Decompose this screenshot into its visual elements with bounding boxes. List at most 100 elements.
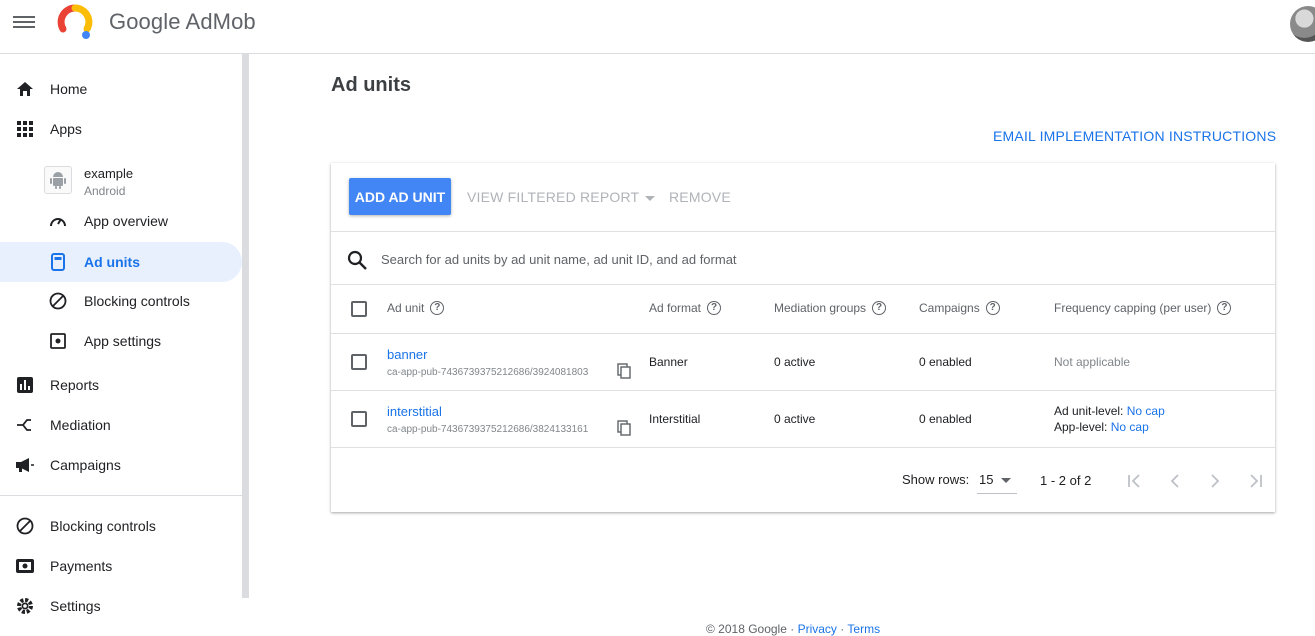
copyright-text: © 2018 Google: [706, 622, 787, 636]
sidebar-item-label: Ad units: [84, 254, 140, 270]
sidebar-app-entry[interactable]: example Android: [0, 158, 242, 202]
divider: [331, 447, 1275, 448]
separator: ·: [790, 622, 798, 636]
sidebar-item-blocking-controls[interactable]: Blocking controls: [0, 506, 242, 546]
copy-icon[interactable]: [617, 363, 631, 379]
ad-unit-icon: [48, 252, 68, 272]
ad-format-cell: Banner: [649, 355, 688, 369]
frequency-label: Ad unit-level:: [1054, 404, 1124, 418]
page-footer: © 2018 Google · Privacy · Terms: [706, 622, 880, 636]
ad-unit-name-link[interactable]: interstitial: [387, 404, 442, 419]
campaigns-cell: 0 enabled: [919, 355, 972, 369]
column-header-label: Ad unit: [387, 301, 425, 315]
sidebar-item-ad-units[interactable]: Ad units: [0, 242, 242, 282]
mediation-icon: [15, 415, 35, 435]
sidebar-item-app-blocking-controls[interactable]: Blocking controls: [0, 281, 242, 321]
home-icon: [15, 79, 35, 99]
ad-unit-id: ca-app-pub-7436739375212686/3924081803: [387, 367, 589, 378]
help-icon[interactable]: ?: [430, 301, 445, 315]
ad-format-cell: Interstitial: [649, 412, 701, 426]
column-header-frequency-capping[interactable]: Frequency capping (per user)?: [1054, 301, 1232, 315]
frequency-unit-cap-link[interactable]: No cap: [1127, 404, 1165, 418]
sidebar-item-label: Payments: [50, 558, 113, 574]
column-header-label: Campaigns: [919, 301, 980, 315]
sidebar-item-campaigns[interactable]: Campaigns: [0, 445, 242, 485]
column-header-ad-unit[interactable]: Ad unit?: [387, 301, 445, 315]
sidebar-scrollbar[interactable]: [242, 54, 249, 598]
rows-per-page-select[interactable]: 15: [977, 468, 1017, 494]
privacy-link[interactable]: Privacy: [798, 622, 837, 636]
app-name: example: [84, 166, 134, 181]
search-input[interactable]: [381, 247, 981, 271]
sidebar-item-app-overview[interactable]: App overview: [0, 201, 242, 241]
reports-icon: [15, 375, 35, 395]
megaphone-icon: [15, 455, 35, 475]
email-instructions-link[interactable]: EMAIL IMPLEMENTATION INSTRUCTIONS: [993, 128, 1276, 144]
column-header-mediation-groups[interactable]: Mediation groups?: [774, 301, 887, 315]
sidebar-item-label: Mediation: [50, 417, 111, 433]
sidebar-item-label: Apps: [50, 121, 82, 137]
view-filtered-report-label: VIEW FILTERED REPORT: [467, 189, 640, 205]
payments-icon: [15, 556, 35, 576]
copy-icon[interactable]: [617, 420, 631, 436]
sidebar-item-apps[interactable]: Apps: [0, 109, 242, 149]
add-ad-unit-button[interactable]: ADD AD UNIT: [349, 178, 451, 215]
speedometer-icon: [48, 211, 68, 231]
help-icon[interactable]: ?: [872, 301, 887, 315]
ad-unit-name-link[interactable]: banner: [387, 347, 427, 362]
sidebar-item-label: App settings: [84, 333, 162, 349]
top-app-bar: Google AdMob: [0, 0, 1315, 54]
sidebar-item-label: Blocking controls: [50, 518, 156, 534]
admob-logo-icon: [57, 4, 93, 39]
block-icon: [15, 516, 35, 536]
column-header-label: Mediation groups: [774, 301, 867, 315]
column-header-campaigns[interactable]: Campaigns?: [919, 301, 1000, 315]
divider: [331, 284, 1275, 285]
search-icon: [347, 250, 367, 270]
block-icon: [48, 291, 68, 311]
frequency-app-cap-link[interactable]: No cap: [1111, 420, 1149, 434]
mediation-cell: 0 active: [774, 355, 816, 369]
brand-title: Google AdMob: [109, 9, 256, 34]
sidebar-item-label: Home: [50, 81, 88, 97]
divider: [331, 333, 1275, 334]
help-icon[interactable]: ?: [707, 301, 722, 315]
help-icon[interactable]: ?: [1217, 301, 1232, 315]
sidebar-item-reports[interactable]: Reports: [0, 365, 242, 405]
gear-icon: [15, 596, 35, 616]
menu-icon[interactable]: [13, 13, 35, 31]
first-page-icon[interactable]: [1124, 470, 1146, 492]
view-filtered-report-button[interactable]: VIEW FILTERED REPORT: [467, 189, 656, 205]
row-checkbox[interactable]: [351, 354, 367, 370]
sidebar-item-home[interactable]: Home: [0, 69, 242, 109]
sidebar-item-mediation[interactable]: Mediation: [0, 405, 242, 445]
frequency-cell-app-level: App-level: No cap: [1054, 420, 1149, 434]
row-checkbox[interactable]: [351, 411, 367, 427]
divider: [331, 390, 1275, 391]
sidebar-item-app-settings[interactable]: App settings: [0, 321, 242, 361]
chevron-down-icon: [1001, 478, 1011, 483]
android-icon: [44, 166, 72, 194]
last-page-icon[interactable]: [1244, 470, 1266, 492]
app-platform: Android: [84, 184, 126, 198]
frequency-label: App-level:: [1054, 420, 1108, 434]
campaigns-cell: 0 enabled: [919, 412, 972, 426]
mediation-cell: 0 active: [774, 412, 816, 426]
next-page-icon[interactable]: [1204, 470, 1226, 492]
frequency-cell: Not applicable: [1054, 355, 1131, 369]
help-icon[interactable]: ?: [985, 301, 1000, 315]
frequency-cell-unit-level: Ad unit-level: No cap: [1054, 404, 1165, 418]
sidebar-item-label: Blocking controls: [84, 293, 190, 309]
sidebar-item-payments[interactable]: Payments: [0, 546, 242, 586]
ad-unit-id: ca-app-pub-7436739375212686/3824133161: [387, 424, 589, 435]
sidebar-item-label: Campaigns: [50, 457, 121, 473]
select-all-checkbox[interactable]: [351, 301, 367, 317]
terms-link[interactable]: Terms: [847, 622, 880, 636]
sidebar-item-settings[interactable]: Settings: [0, 586, 242, 626]
account-avatar[interactable]: [1290, 6, 1315, 42]
sidebar: Home Apps example Android App overview A…: [0, 54, 242, 630]
column-header-ad-format[interactable]: Ad format?: [649, 301, 722, 315]
previous-page-icon[interactable]: [1164, 470, 1186, 492]
page-range: 1 - 2 of 2: [1040, 473, 1092, 488]
remove-button[interactable]: REMOVE: [669, 189, 731, 205]
